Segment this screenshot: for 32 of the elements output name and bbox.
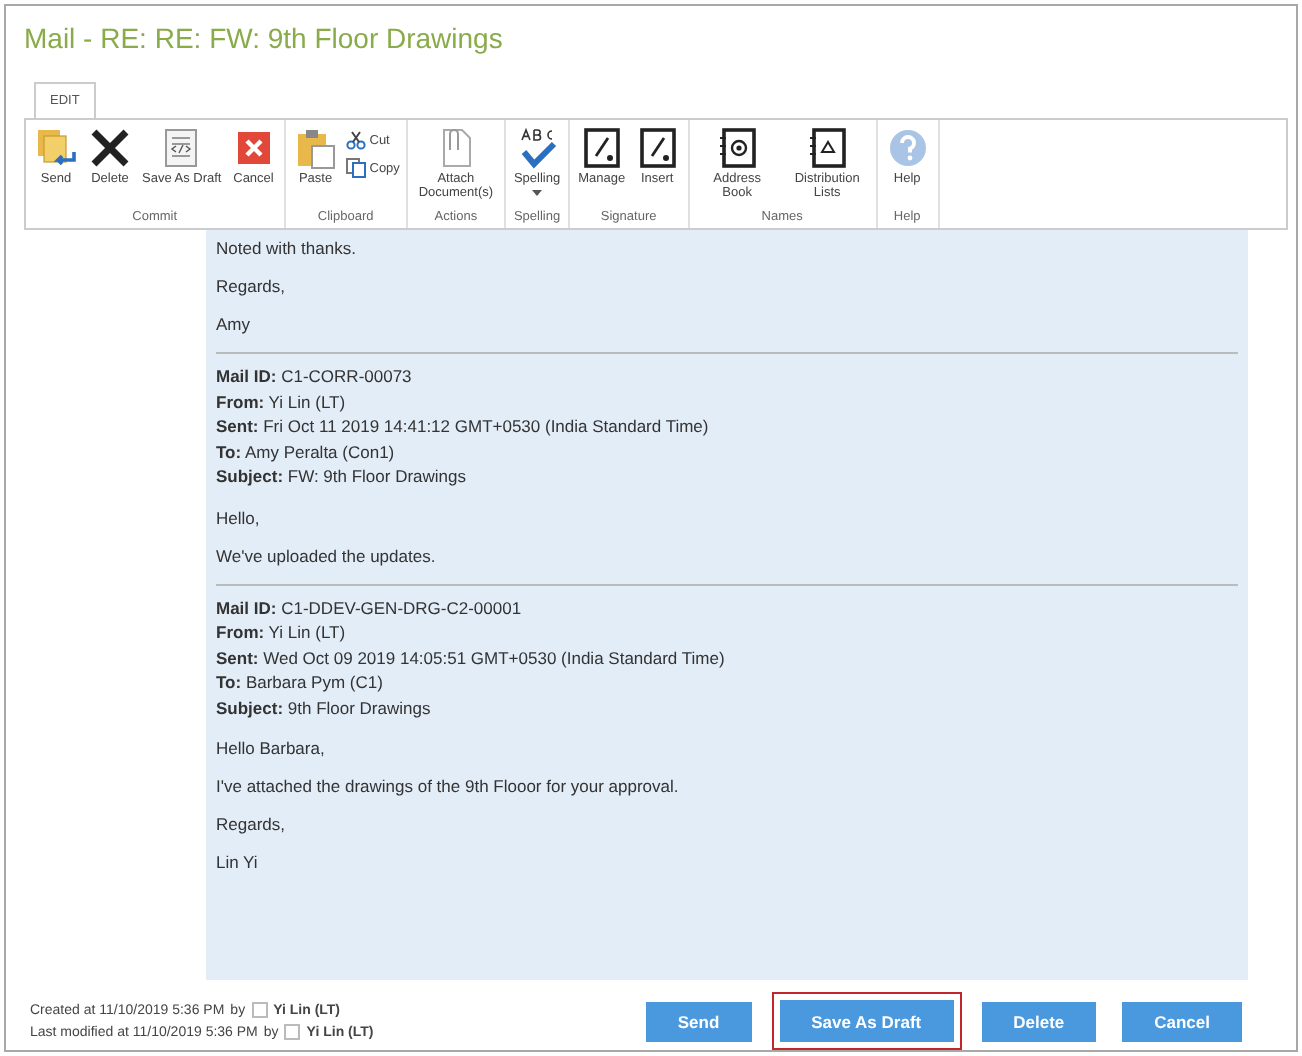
header-line: Subject: FW: 9th Floor Drawings (216, 464, 469, 489)
address-book-icon (715, 126, 760, 170)
message-text: Regards, (216, 276, 287, 296)
delete-icon (88, 126, 132, 170)
header-line: To: Amy Peralta (Con1) (216, 439, 397, 464)
message-text: Noted with thanks. (216, 238, 358, 258)
header-line: To: Barbara Pym (C1) (216, 670, 385, 695)
book-icon (805, 126, 850, 170)
window-title: Mail - RE: RE: FW: 9th Floor Drawings (22, 20, 505, 58)
header-line: Sent: Wed Oct 09 2019 14:05:51 GMT+0530 (India Standard Time) (216, 645, 727, 670)
help-icon (885, 126, 930, 170)
header-line: Subject: 9th Floor Drawings (216, 695, 433, 720)
header-line: From: Yi Lin (LT) (216, 389, 348, 414)
message-text: Lin Yi (216, 852, 260, 872)
message-text: Regards, (216, 814, 287, 834)
signature-pen-icon (579, 126, 624, 170)
header-line: Mail ID: C1-CORR-00073 (216, 364, 414, 389)
header-line: Sent: Fri Oct 11 2019 14:41:12 GMT+0530 (India Standard Time) (216, 414, 711, 439)
paste-icon (293, 126, 338, 170)
message-text: Amy (216, 314, 252, 334)
send-icon (34, 126, 78, 170)
message-text: Hello, (216, 507, 262, 527)
cut-icon (345, 130, 366, 150)
header-line: From: Yi Lin (LT) (216, 620, 348, 645)
copy-icon (345, 158, 366, 178)
signature-pen-icon (635, 126, 680, 170)
message-text: Hello Barbara, (216, 738, 327, 758)
header-line: Mail ID: C1-DDEV-GEN-DRG-C2-00001 (216, 595, 524, 620)
message-text: I've attached the drawings of the 9th Flooor for your approval. (216, 776, 681, 796)
caret-icon (532, 189, 542, 196)
message-text: We've uploaded the updates. (216, 545, 438, 565)
spelling-check-icon (515, 126, 559, 170)
